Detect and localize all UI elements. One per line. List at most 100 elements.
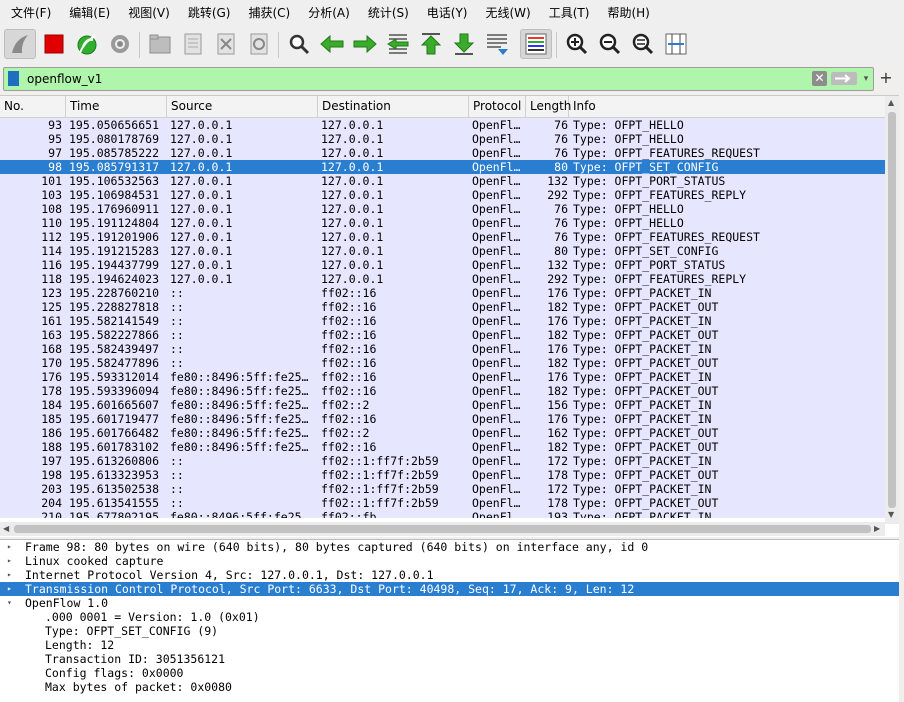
- menu-statistics[interactable]: 统计(S): [357, 0, 416, 26]
- packet-row[interactable]: 118 195.194624023 127.0.0.1 127.0.0.1 OpenFl…: [0, 272, 885, 286]
- detail-tree-field[interactable]: .000 0001 = Version: 1.0 (0x01): [0, 610, 899, 624]
- detail-tree-field[interactable]: Type: OFPT_SET_CONFIG (9): [0, 624, 899, 638]
- column-header-destination[interactable]: Destination: [318, 96, 469, 117]
- packet-row[interactable]: 188 195.601783102 fe80::8496:5ff:fe25… ff02…: [0, 440, 885, 454]
- column-header-protocol[interactable]: Protocol: [469, 96, 526, 117]
- detail-tree-node[interactable]: ▾ OpenFlow 1.0: [0, 596, 899, 610]
- packet-row[interactable]: 161 195.582141549:: ff02::16 OpenFl… 176 Type…: [0, 314, 885, 328]
- packet-row[interactable]: 168 195.582439497:: ff02::16 OpenFl… 176 Type…: [0, 342, 885, 356]
- zoom-out-icon[interactable]: [596, 29, 624, 59]
- detail-tree-field[interactable]: Max bytes of packet: 0x0080: [0, 680, 899, 694]
- packet-row[interactable]: 163 195.582227866:: ff02::16 OpenFl… 182 Type…: [0, 328, 885, 342]
- packet-list-horizontal-scrollbar[interactable]: ◀ ▶: [0, 522, 885, 536]
- packet-row-selected[interactable]: 98 195.085791317 127.0.0.1 127.0.0.1 OpenFl……: [0, 160, 885, 174]
- packet-row[interactable]: 176 195.593312014 fe80::8496:5ff:fe25… ff02…: [0, 370, 885, 384]
- packet-row[interactable]: 203 195.613502538:: ff02::1:ff7f:2b59 OpenF…: [0, 482, 885, 496]
- detail-tree-node[interactable]: ▸ Linux cooked capture: [0, 554, 899, 568]
- scroll-right-icon[interactable]: ▶: [874, 524, 880, 533]
- menu-go[interactable]: 跳转(G): [177, 0, 238, 26]
- resize-columns-icon[interactable]: [662, 29, 690, 59]
- expander-icon[interactable]: ▸: [7, 540, 17, 554]
- packet-row[interactable]: 210 195.677802195 fe80::8496:5ff:fe25… ff02…: [0, 510, 885, 518]
- display-filter-input[interactable]: [27, 68, 807, 90]
- menu-help[interactable]: 帮助(H): [596, 0, 656, 26]
- go-first-icon[interactable]: [417, 29, 445, 59]
- capture-options-icon[interactable]: [106, 29, 134, 59]
- expander-icon[interactable]: ▸: [7, 568, 17, 582]
- detail-tree-node[interactable]: ▸ Frame 98: 80 bytes on wire (640 bits), …: [0, 540, 899, 554]
- go-back-icon[interactable]: [318, 29, 346, 59]
- menu-wireless[interactable]: 无线(W): [475, 0, 538, 26]
- close-file-icon[interactable]: [212, 29, 240, 59]
- menu-telephony[interactable]: 电话(Y): [416, 0, 475, 26]
- open-file-icon[interactable]: [146, 29, 174, 59]
- detail-tree-field[interactable]: Config flags: 0x0000: [0, 666, 899, 680]
- packet-row[interactable]: 178 195.593396094 fe80::8496:5ff:fe25… ff02…: [0, 384, 885, 398]
- autoscroll-icon[interactable]: [483, 29, 511, 59]
- menu-analyze[interactable]: 分析(A): [297, 0, 357, 26]
- scroll-down-icon[interactable]: ▼: [888, 510, 894, 519]
- zoom-in-icon[interactable]: [563, 29, 591, 59]
- packet-row[interactable]: 101 195.106532563 127.0.0.1 127.0.0.1 OpenFl…: [0, 174, 885, 188]
- reload-file-icon[interactable]: [245, 29, 273, 59]
- expander-icon[interactable]: ▸: [7, 582, 17, 596]
- packet-list-vertical-scrollbar[interactable]: ▲ ▼: [885, 96, 899, 524]
- packet-row[interactable]: 125 195.228827818:: ff02::16 OpenFl… 182 Type…: [0, 300, 885, 314]
- scrollbar-thumb[interactable]: [888, 112, 896, 508]
- menu-edit[interactable]: 编辑(E): [58, 0, 117, 26]
- packet-row[interactable]: 110 195.191124804 127.0.0.1 127.0.0.1 OpenFl…: [0, 216, 885, 230]
- column-header-time[interactable]: Time: [66, 96, 167, 117]
- packet-row[interactable]: 186 195.601766482 fe80::8496:5ff:fe25… ff02…: [0, 426, 885, 440]
- go-forward-icon[interactable]: [351, 29, 379, 59]
- find-packet-icon[interactable]: [285, 29, 313, 59]
- packet-row[interactable]: 114 195.191215283 127.0.0.1 127.0.0.1 OpenFl…: [0, 244, 885, 258]
- packet-row[interactable]: 95 195.080178769 127.0.0.1 127.0.0.1 OpenFl……: [0, 132, 885, 146]
- column-header-source[interactable]: Source: [167, 96, 318, 117]
- go-last-icon[interactable]: [450, 29, 478, 59]
- scroll-left-icon[interactable]: ◀: [3, 524, 9, 533]
- add-filter-button-icon[interactable]: +: [875, 67, 897, 89]
- packet-row[interactable]: 97 195.085785222 127.0.0.1 127.0.0.1 OpenFl……: [0, 146, 885, 160]
- packet-row[interactable]: 108 195.176960911 127.0.0.1 127.0.0.1 OpenFl…: [0, 202, 885, 216]
- filter-history-dropdown-icon[interactable]: ▾: [860, 71, 872, 87]
- detail-tree-node[interactable]: ▸ Transmission Control Protocol, Src Port…: [0, 582, 899, 596]
- detail-tree-field[interactable]: Length: 12: [0, 638, 899, 652]
- scrollbar-thumb[interactable]: [14, 525, 871, 533]
- save-file-icon[interactable]: [179, 29, 207, 59]
- zoom-normal-icon[interactable]: [629, 29, 657, 59]
- bookmark-icon[interactable]: [8, 71, 19, 86]
- cell-length: 178: [547, 468, 568, 482]
- packet-row[interactable]: 116 195.194437799 127.0.0.1 127.0.0.1 OpenFl…: [0, 258, 885, 272]
- cell-protocol: OpenFl…: [472, 300, 521, 314]
- packet-row[interactable]: 170 195.582477896:: ff02::16 OpenFl… 182 Type…: [0, 356, 885, 370]
- colorize-icon[interactable]: [520, 29, 552, 59]
- cell-no: 197: [41, 454, 62, 468]
- column-header-length[interactable]: Length: [526, 96, 571, 117]
- packet-row[interactable]: 93 195.050656651 127.0.0.1 127.0.0.1 OpenFl……: [0, 118, 885, 132]
- go-to-packet-icon[interactable]: [384, 29, 412, 59]
- column-header-no[interactable]: No.: [0, 96, 66, 117]
- packet-row[interactable]: 184 195.601665607 fe80::8496:5ff:fe25… ff02…: [0, 398, 885, 412]
- menu-file[interactable]: 文件(F): [0, 0, 58, 26]
- scroll-up-icon[interactable]: ▲: [888, 98, 894, 107]
- menu-capture[interactable]: 捕获(C): [237, 0, 297, 26]
- packet-row[interactable]: 185 195.601719477 fe80::8496:5ff:fe25… ff02…: [0, 412, 885, 426]
- packet-row[interactable]: 103 195.106984531 127.0.0.1 127.0.0.1 OpenFl…: [0, 188, 885, 202]
- restart-capture-icon[interactable]: [73, 29, 101, 59]
- packet-row[interactable]: 112 195.191201906 127.0.0.1 127.0.0.1 OpenFl…: [0, 230, 885, 244]
- menu-view[interactable]: 视图(V): [117, 0, 177, 26]
- packet-row[interactable]: 197 195.613260806:: ff02::1:ff7f:2b59 OpenF…: [0, 454, 885, 468]
- packet-row[interactable]: 204 195.613541555:: ff02::1:ff7f:2b59 OpenF…: [0, 496, 885, 510]
- detail-tree-node[interactable]: ▸ Internet Protocol Version 4, Src: 127.0…: [0, 568, 899, 582]
- packet-row[interactable]: 123 195.228760210:: ff02::16 OpenFl… 176 Type…: [0, 286, 885, 300]
- clear-filter-icon[interactable]: ✕: [812, 71, 827, 86]
- shark-fin-start-icon[interactable]: [4, 29, 36, 59]
- stop-capture-icon[interactable]: [40, 29, 68, 59]
- expander-icon[interactable]: ▾: [7, 596, 17, 610]
- column-header-info[interactable]: Info: [569, 96, 885, 117]
- expander-icon[interactable]: ▸: [7, 554, 17, 568]
- packet-row[interactable]: 198 195.613323953:: ff02::1:ff7f:2b59 OpenF…: [0, 468, 885, 482]
- detail-tree-field[interactable]: Transaction ID: 3051356121: [0, 652, 899, 666]
- menu-tools[interactable]: 工具(T): [538, 0, 597, 26]
- apply-filter-icon[interactable]: [831, 72, 857, 85]
